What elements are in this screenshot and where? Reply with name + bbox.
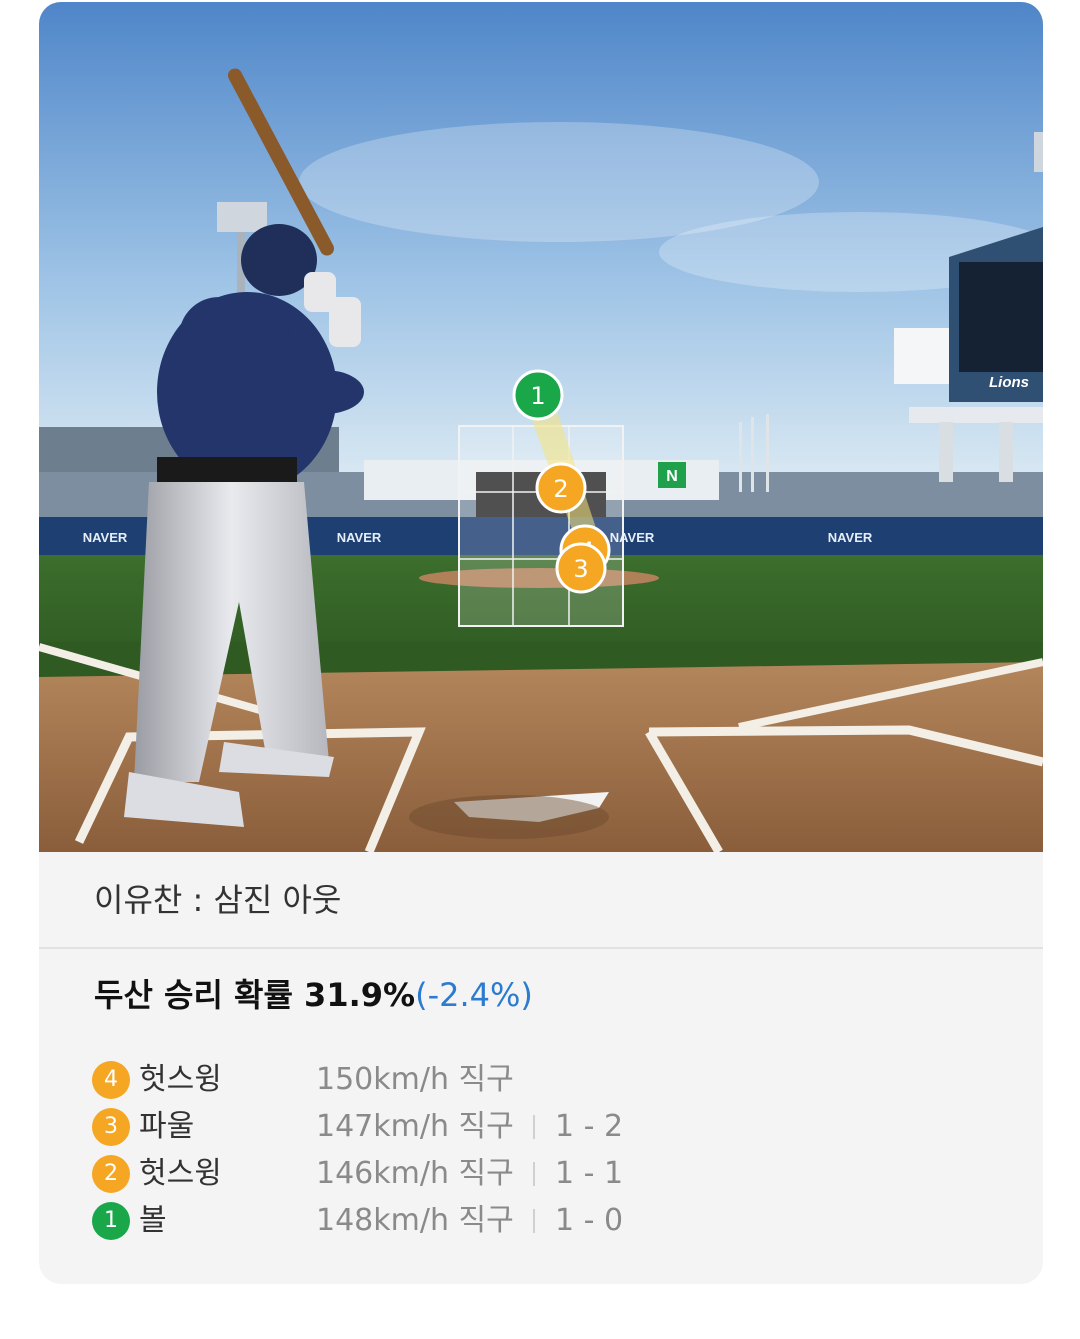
pitch-number-badge: 3 bbox=[92, 1108, 130, 1146]
svg-text:3: 3 bbox=[573, 555, 588, 583]
pitch-number-badge: 4 bbox=[92, 1061, 130, 1099]
pitch-speed-type: 147km/h 직구 bbox=[316, 1109, 514, 1144]
strike-zone bbox=[458, 425, 624, 627]
win-probability: 두산 승리 확률 31.9%(-2.4%) bbox=[94, 970, 533, 1016]
pitch-number-badge: 1 bbox=[92, 1202, 130, 1240]
pitch-row: 1 볼 148km/h 직구 1 - 0 bbox=[92, 1199, 992, 1246]
divider bbox=[533, 1162, 535, 1186]
pitch-speed-type: 148km/h 직구 bbox=[316, 1203, 514, 1238]
at-bat-result: 이유찬 : 삼진 아웃 bbox=[39, 852, 1043, 949]
pitch-list: 4 헛스윙 150km/h 직구 3 파울 147km/h 직구 1 - 2 2… bbox=[92, 1058, 992, 1246]
pitch-result: 볼 bbox=[139, 1203, 167, 1238]
divider bbox=[533, 1209, 535, 1233]
svg-text:N: N bbox=[666, 468, 678, 485]
pitch-result: 헛스윙 bbox=[139, 1062, 222, 1097]
svg-text:1: 1 bbox=[530, 382, 545, 410]
divider bbox=[533, 1115, 535, 1139]
pitch-speed-type: 150km/h 직구 bbox=[316, 1062, 514, 1097]
pitch-result: 파울 bbox=[139, 1109, 195, 1144]
ball-strike-count: 1 - 2 bbox=[555, 1109, 624, 1144]
banner-naver-2: NAVER bbox=[337, 530, 382, 545]
ball-strike-count: 1 - 1 bbox=[555, 1156, 624, 1191]
pitch-marker-1: 1 bbox=[512, 369, 564, 421]
ball-strike-count: 1 - 0 bbox=[555, 1203, 624, 1238]
at-bat-result-text: 이유찬 : 삼진 아웃 bbox=[94, 881, 342, 919]
pitch-marker-2: 2 bbox=[535, 462, 587, 514]
win-probability-label: 두산 승리 확률 31.9% bbox=[94, 976, 416, 1014]
pitch-row: 2 헛스윙 146km/h 직구 1 - 1 bbox=[92, 1152, 992, 1199]
pitch-marker-3: 3 bbox=[555, 542, 607, 594]
lions-logo: Lions bbox=[989, 374, 1029, 391]
pitch-speed-type: 146km/h 직구 bbox=[316, 1156, 514, 1191]
pitch-number-badge: 2 bbox=[92, 1155, 130, 1193]
stadium-illustration: N Lions NAVER NAVER NAVER NAVER 1 2 3 bbox=[39, 2, 1043, 852]
pitch-row: 3 파울 147km/h 직구 1 - 2 bbox=[92, 1105, 992, 1152]
win-probability-delta: (-2.4%) bbox=[415, 976, 533, 1014]
pitch-row: 4 헛스윙 150km/h 직구 bbox=[92, 1058, 992, 1105]
svg-text:2: 2 bbox=[553, 475, 568, 503]
banner-naver-4: NAVER bbox=[828, 530, 873, 545]
batter-scene-image: N Lions NAVER NAVER NAVER NAVER 1 2 3 bbox=[39, 2, 1043, 852]
pitch-result: 헛스윙 bbox=[139, 1156, 222, 1191]
banner-naver-1: NAVER bbox=[83, 530, 128, 545]
